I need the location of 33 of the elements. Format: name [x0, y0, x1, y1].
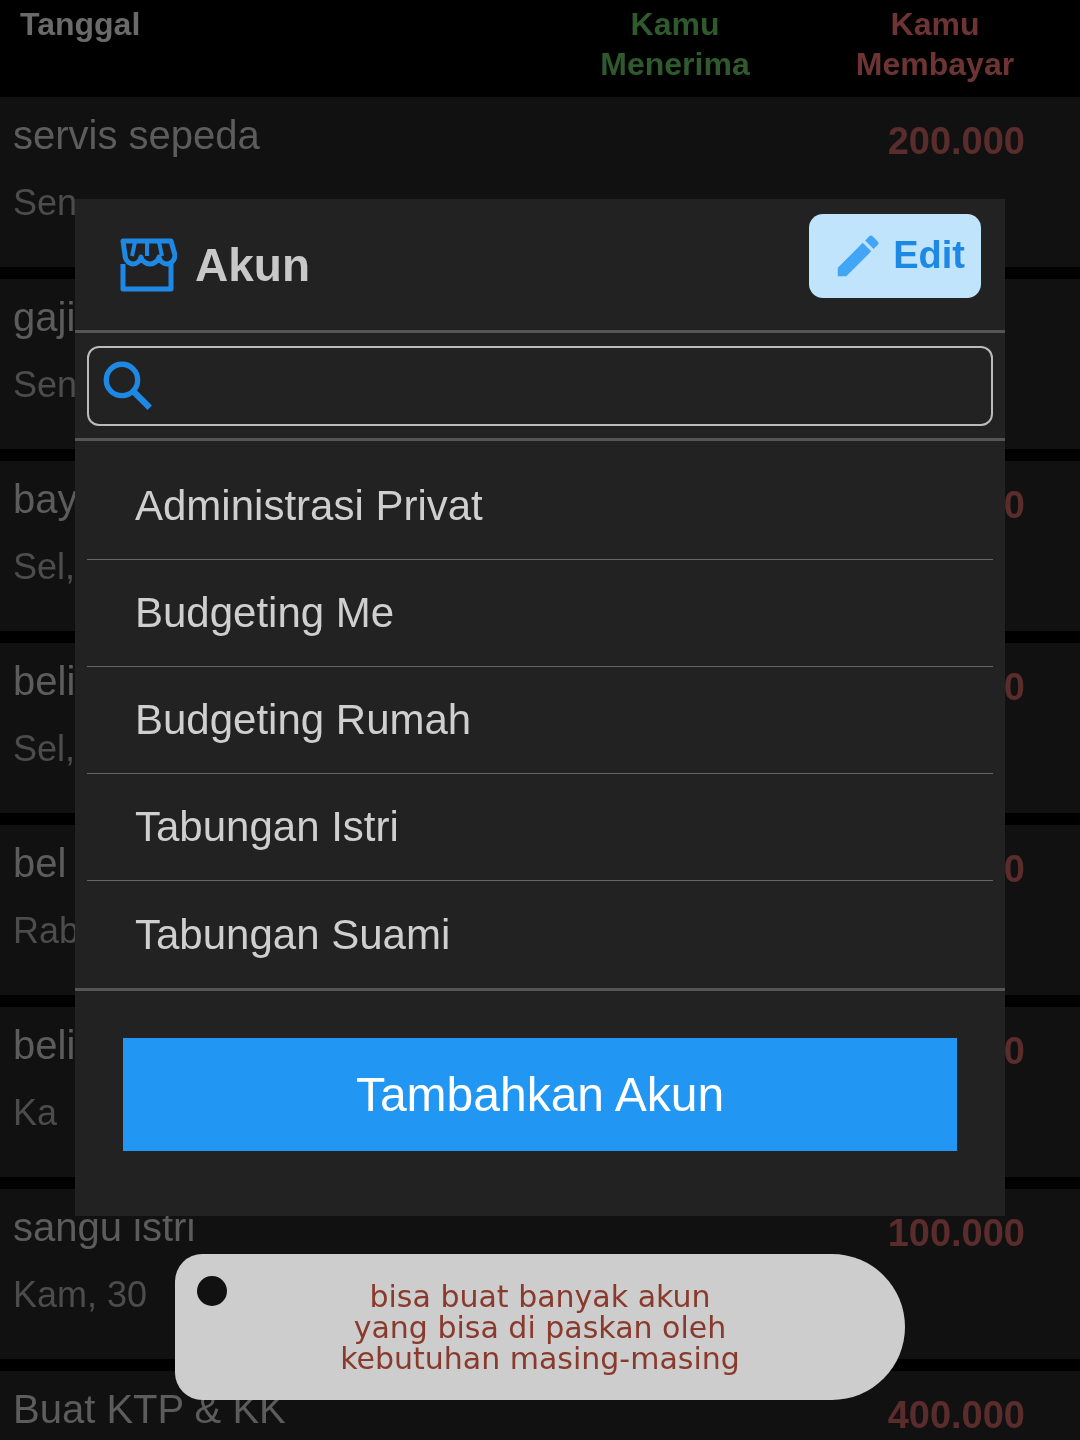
- callout-text: bisa buat banyak akun yang bisa di paskan oleh kebutuhan masing-masing: [340, 1280, 740, 1374]
- row-date: Kam, 30: [13, 1273, 149, 1317]
- row-title: bay: [13, 476, 78, 523]
- account-item[interactable]: Tabungan Suami: [87, 881, 993, 988]
- row-title: servis sepeda: [13, 112, 260, 159]
- amount-text: 400.000: [887, 1395, 1025, 1435]
- row-date: Sel,: [13, 727, 76, 771]
- row-title: beli: [13, 658, 76, 705]
- column-header: Kamu Menerima: [599, 5, 751, 84]
- search-field[interactable]: [87, 346, 993, 426]
- account-item[interactable]: Budgeting Me: [87, 560, 993, 667]
- column-header: Kamu Membayar: [854, 5, 1016, 84]
- row-title: beli: [13, 1022, 76, 1069]
- row-date: Sel,: [13, 545, 77, 589]
- row-title: gaji: [13, 294, 77, 341]
- column-header: Tanggal: [19, 5, 142, 44]
- account-item[interactable]: Tabungan Istri: [87, 774, 993, 881]
- amount-text: 0: [1003, 667, 1025, 707]
- row-date: Sen: [13, 363, 78, 407]
- amount-text: 0: [1003, 485, 1025, 525]
- row-date: Ka: [13, 1091, 59, 1135]
- amount-text: 0: [1003, 1031, 1025, 1071]
- account-item[interactable]: Budgeting Rumah: [87, 667, 993, 774]
- row-title: bel: [13, 840, 68, 887]
- row-date: Sen: [13, 181, 79, 225]
- row-date: Rab: [13, 909, 80, 953]
- amount-text: 100.000: [887, 1213, 1025, 1253]
- account-item[interactable]: Administrasi Privat: [87, 453, 993, 560]
- amount-text: 0: [1003, 849, 1025, 889]
- row-title: sangu istri: [13, 1204, 196, 1251]
- amount-text: 200.000: [887, 121, 1025, 161]
- dialog-title: Akun: [195, 237, 310, 292]
- tag-hole-icon: [197, 1276, 227, 1306]
